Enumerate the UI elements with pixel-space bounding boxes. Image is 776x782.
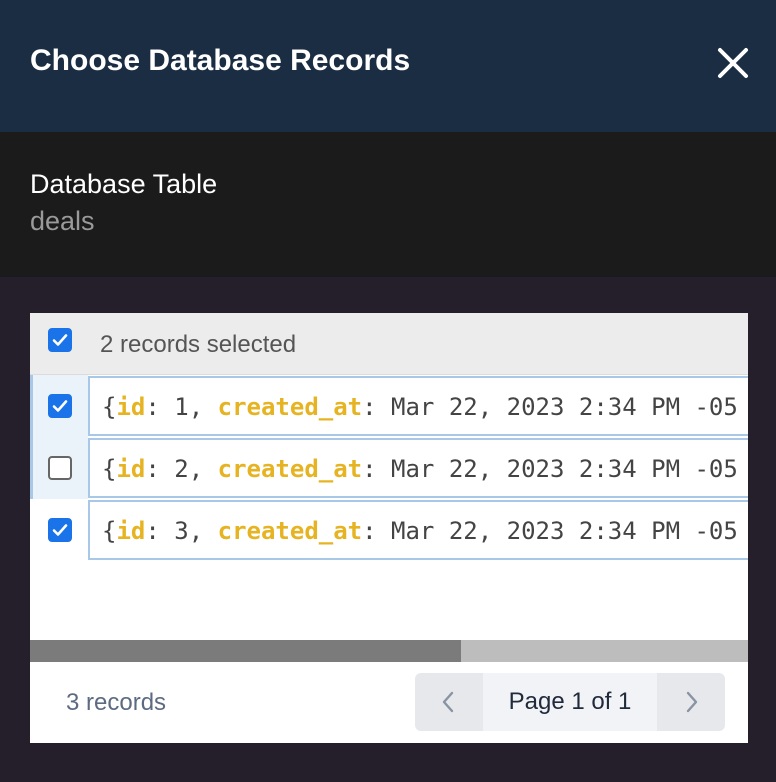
close-button[interactable] bbox=[712, 42, 754, 84]
horizontal-scrollbar[interactable] bbox=[30, 640, 748, 662]
record-key-created-at: created_at bbox=[217, 455, 363, 483]
check-icon bbox=[52, 524, 68, 536]
record-id-value: 2 bbox=[174, 455, 189, 483]
record-created-at-value: Mar 22, 2023 2:34 PM -05 bbox=[391, 393, 738, 421]
check-icon bbox=[52, 334, 68, 346]
record-count: 3 records bbox=[66, 689, 167, 716]
table-row: {id: 3, created_at: Mar 22, 2023 2:34 PM… bbox=[30, 499, 748, 561]
record-preview[interactable]: {id: 2, created_at: Mar 22, 2023 2:34 PM… bbox=[88, 438, 748, 498]
horizontal-scrollbar-thumb[interactable] bbox=[30, 640, 461, 662]
record-key-created-at: created_at bbox=[217, 517, 363, 545]
row-checkbox[interactable] bbox=[48, 394, 72, 418]
next-page-button[interactable] bbox=[657, 673, 725, 731]
record-id-value: 1 bbox=[174, 393, 189, 421]
record-preview[interactable]: {id: 1, created_at: Mar 22, 2023 2:34 PM… bbox=[88, 376, 748, 436]
record-preview[interactable]: {id: 3, created_at: Mar 22, 2023 2:34 PM… bbox=[88, 500, 748, 560]
chevron-right-icon bbox=[686, 691, 698, 713]
table-row: {id: 1, created_at: Mar 22, 2023 2:34 PM… bbox=[30, 375, 748, 437]
row-checkbox[interactable] bbox=[48, 518, 72, 542]
close-icon bbox=[718, 48, 748, 78]
records-footer: 3 records Page 1 of 1 bbox=[30, 662, 748, 743]
record-created-at-value: Mar 22, 2023 2:34 PM -05 bbox=[391, 455, 738, 483]
selection-summary: 2 records selected bbox=[100, 331, 297, 358]
page-indicator: Page 1 of 1 bbox=[483, 673, 657, 731]
record-id-value: 3 bbox=[174, 517, 189, 545]
record-key-id: id bbox=[116, 455, 146, 483]
table-info-name: deals bbox=[30, 206, 95, 236]
record-text: {id: 2, created_at: Mar 22, 2023 2:34 PM… bbox=[102, 455, 738, 483]
chevron-left-icon bbox=[442, 691, 454, 713]
dialog-header: Choose Database Records bbox=[0, 0, 776, 132]
select-all-checkbox[interactable] bbox=[48, 328, 72, 352]
record-created-at-value: Mar 22, 2023 2:34 PM -05 bbox=[391, 517, 738, 545]
table-info-label: Database Table bbox=[30, 169, 218, 199]
pagination: Page 1 of 1 bbox=[415, 673, 725, 731]
record-text: {id: 1, created_at: Mar 22, 2023 2:34 PM… bbox=[102, 393, 738, 421]
dialog-title: Choose Database Records bbox=[30, 44, 411, 77]
prev-page-button[interactable] bbox=[415, 673, 483, 731]
selection-bar: 2 records selected bbox=[30, 313, 748, 375]
row-checkbox[interactable] bbox=[48, 456, 72, 480]
record-key-id: id bbox=[116, 393, 146, 421]
records-panel: 2 records selected {id: 1, created_at: M… bbox=[30, 313, 748, 743]
table-info: Database Table deals bbox=[0, 132, 776, 277]
record-key-id: id bbox=[116, 517, 146, 545]
record-key-created-at: created_at bbox=[217, 393, 363, 421]
table-row: {id: 2, created_at: Mar 22, 2023 2:34 PM… bbox=[30, 437, 748, 499]
check-icon bbox=[52, 400, 68, 412]
record-text: {id: 3, created_at: Mar 22, 2023 2:34 PM… bbox=[102, 517, 738, 545]
